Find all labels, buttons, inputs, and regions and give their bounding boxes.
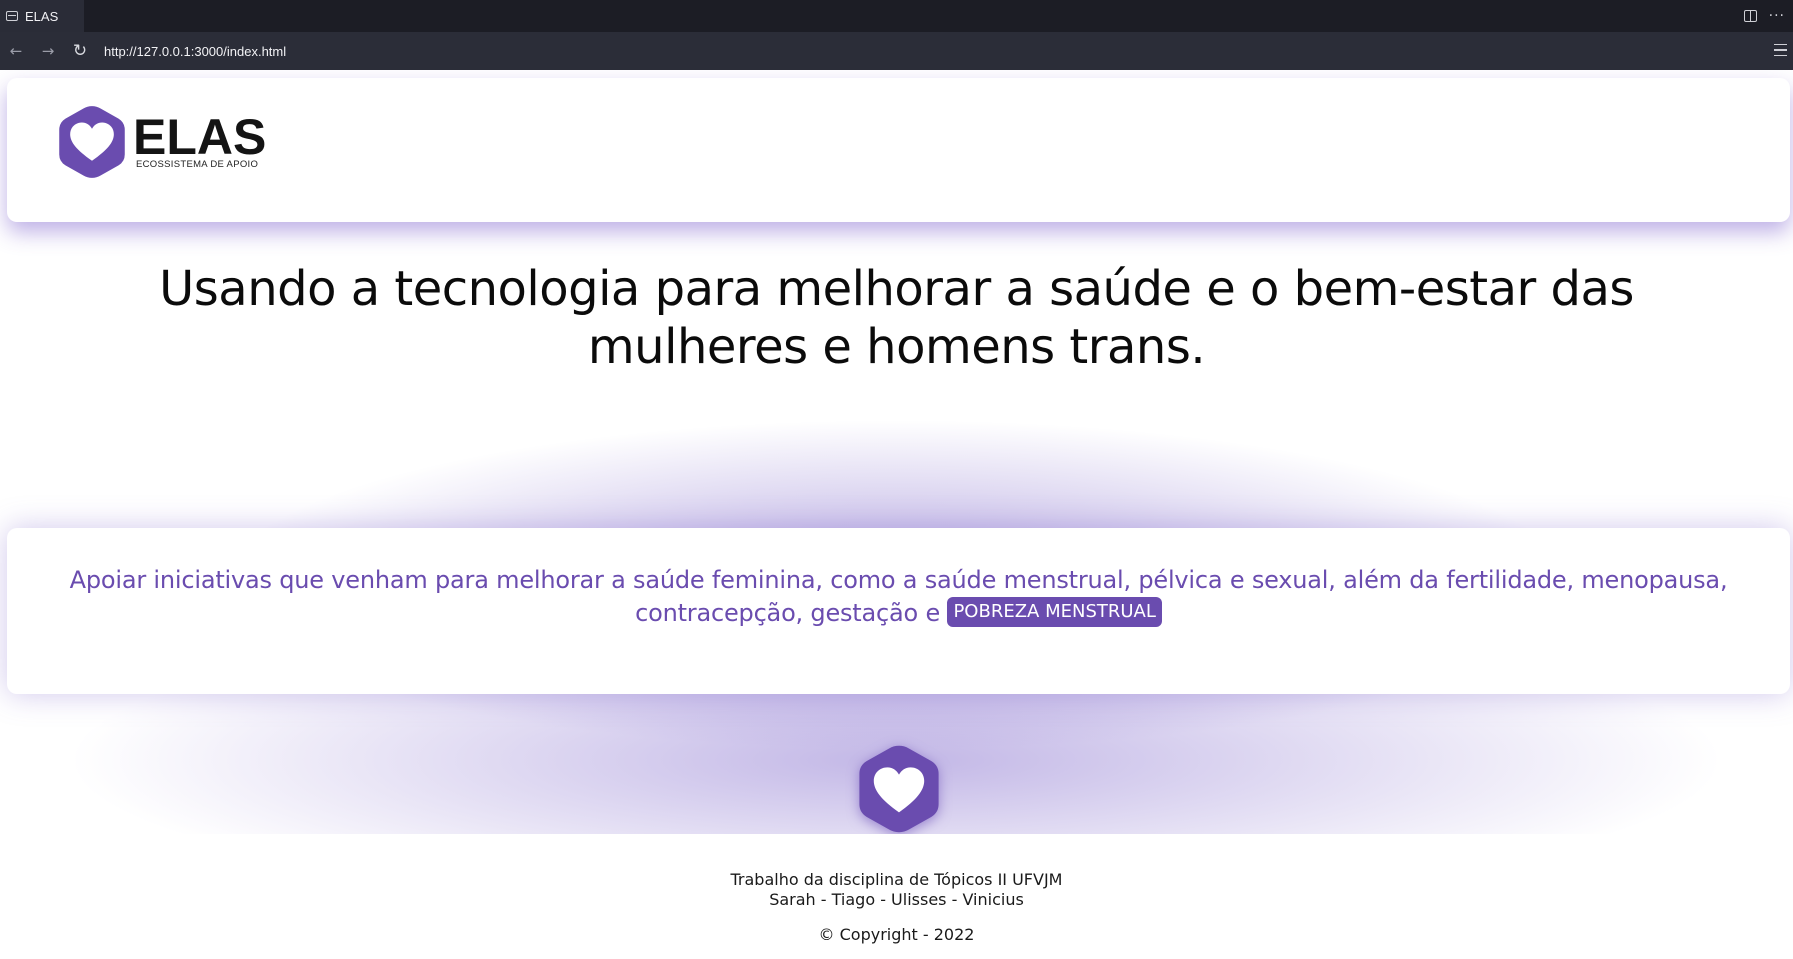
back-arrow-icon[interactable]: ← [0, 32, 32, 70]
browser-tab-bar: ELAS ··· [0, 0, 1793, 32]
browser-nav-bar: ← → ↻ http://127.0.0.1:3000/index.html [0, 32, 1793, 70]
brand-block: ELAS ECOSSISTEMA DE APOIO [133, 108, 267, 170]
footer-authors: Sarah - Tiago - Ulisses - Vinicius [769, 890, 1024, 909]
tabbar-actions: ··· [1743, 0, 1785, 32]
brand-tagline: ECOSSISTEMA DE APOIO [136, 158, 259, 170]
address-bar[interactable]: http://127.0.0.1:3000/index.html [104, 44, 286, 59]
mission-statement: Apoiar iniciativas que venham para melho… [69, 566, 1728, 627]
footer-course: Trabalho da disciplina de Tópicos II UFV… [730, 870, 1063, 889]
page-content: ELAS ECOSSISTEMA DE APOIO Usando a tecno… [0, 70, 1793, 959]
forward-arrow-icon[interactable]: → [32, 32, 64, 70]
browser-tab[interactable]: ELAS [0, 0, 84, 32]
menu-icon[interactable] [1774, 44, 1787, 56]
brand-name: ELAS [133, 108, 267, 165]
hero-line-2: mulheres e homens trans. [587, 319, 1206, 375]
mission-card: Apoiar iniciativas que venham para melho… [7, 528, 1790, 694]
site-logo[interactable]: ELAS ECOSSISTEMA DE APOIO [53, 103, 266, 181]
tab-title: ELAS [25, 8, 59, 24]
footer-copyright: © Copyright - 2022 [818, 925, 975, 944]
site-header: ELAS ECOSSISTEMA DE APOIO [7, 78, 1790, 222]
split-view-icon[interactable] [1743, 10, 1757, 22]
mission-badge[interactable]: POBREZA MENSTRUAL [947, 597, 1162, 627]
reload-icon[interactable]: ↻ [64, 32, 96, 70]
heart-hexagon-icon [859, 745, 939, 833]
site-footer: Trabalho da disciplina de Tópicos II UFV… [0, 834, 1793, 959]
hero-heading: Usando a tecnologia para melhorar a saúd… [0, 260, 1793, 376]
heart-hexagon-icon [59, 106, 125, 178]
tab-page-icon [6, 11, 18, 21]
mission-text: Apoiar iniciativas que venham para melho… [47, 564, 1750, 630]
hero-line-1: Usando a tecnologia para melhorar a saúd… [159, 261, 1634, 317]
more-options-icon[interactable]: ··· [1769, 9, 1785, 23]
